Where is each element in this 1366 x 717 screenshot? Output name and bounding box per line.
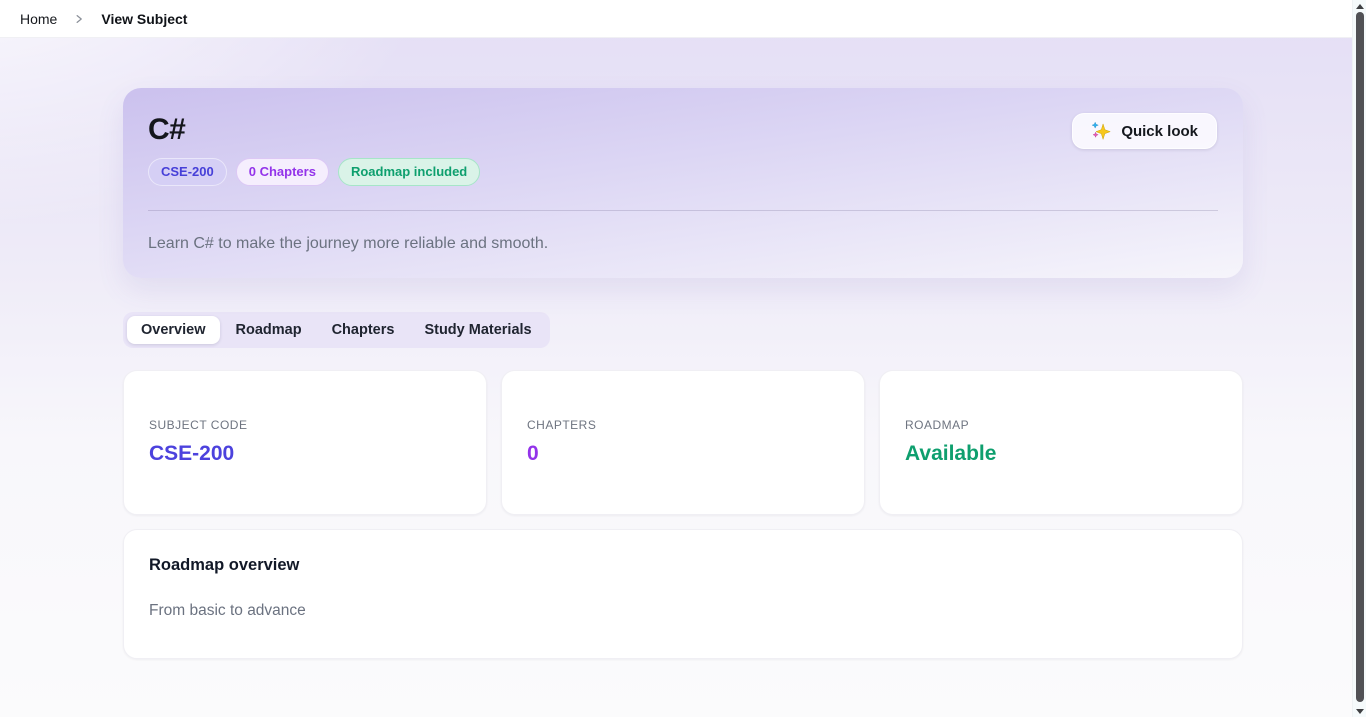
badge-row: CSE-200 0 Chapters Roadmap included [148,158,1218,186]
tab-roadmap[interactable]: Roadmap [222,316,316,344]
subject-code-badge: CSE-200 [148,158,227,186]
scrollbar-down-button[interactable] [1353,705,1366,717]
subject-hero-card: C# CSE-200 0 Chapters Roadmap included L… [123,88,1243,278]
tab-chapters[interactable]: Chapters [318,316,409,344]
stat-card-roadmap: ROADMAP Available [879,370,1243,515]
stat-label: CHAPTERS [527,418,839,432]
stat-card-subject-code: SUBJECT CODE CSE-200 [123,370,487,515]
subject-description: Learn C# to make the journey more reliab… [148,235,1218,253]
tab-overview[interactable]: Overview [127,316,220,344]
stat-label: SUBJECT CODE [149,418,461,432]
subject-title: C# [148,113,1218,146]
scrollbar-thumb[interactable] [1356,12,1364,702]
content-container: C# CSE-200 0 Chapters Roadmap included L… [123,88,1243,659]
chapters-count-badge: 0 Chapters [236,158,329,186]
stat-value: Available [905,442,1217,466]
stat-value: 0 [527,442,839,466]
tab-study-materials[interactable]: Study Materials [410,316,545,344]
breadcrumb: Home View Subject [0,0,1352,38]
stat-card-chapters: CHAPTERS 0 [501,370,865,515]
breadcrumb-current-page: View Subject [101,11,187,27]
triangle-down-icon [1356,709,1364,714]
hero-divider [148,210,1218,211]
subject-tabs: Overview Roadmap Chapters Study Material… [123,312,550,348]
chevron-right-icon [73,13,85,25]
triangle-up-icon [1356,4,1364,9]
roadmap-included-badge: Roadmap included [338,158,480,186]
scrollbar-up-button[interactable] [1353,0,1366,12]
vertical-scrollbar[interactable] [1352,0,1366,717]
roadmap-overview-subtitle: From basic to advance [149,602,1217,620]
breadcrumb-home-link[interactable]: Home [20,11,57,27]
app-window: Home View Subject C# CSE-200 0 Chapters … [0,0,1366,717]
sparkles-icon [1091,121,1111,141]
stats-row: SUBJECT CODE CSE-200 CHAPTERS 0 ROADMAP … [123,370,1243,515]
stat-label: ROADMAP [905,418,1217,432]
quick-look-label: Quick look [1121,123,1198,140]
stat-value: CSE-200 [149,442,461,466]
quick-look-button[interactable]: Quick look [1072,113,1217,149]
roadmap-overview-title: Roadmap overview [149,556,1217,575]
roadmap-overview-card: Roadmap overview From basic to advance [123,529,1243,659]
page-background: Home View Subject C# CSE-200 0 Chapters … [0,0,1352,717]
